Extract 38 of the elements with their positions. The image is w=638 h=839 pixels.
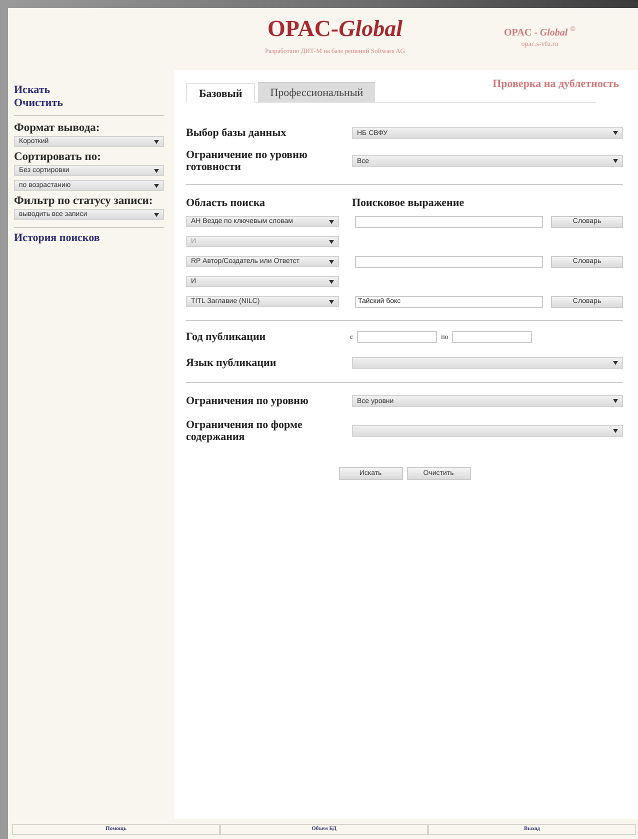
search-field[interactable] [355,256,543,268]
caret-icon [154,140,159,144]
sidebar-link[interactable]: История поисков [14,232,164,245]
dropdown[interactable] [352,357,623,369]
caret-icon [613,131,618,135]
site-title: OPAC-Global [266,16,404,42]
field-label: Ограничения по уровню [186,395,310,407]
sidebar-label: Формат вывода: [14,122,101,134]
sidebar-link[interactable]: Очистить [14,97,164,110]
caret-icon [613,399,618,403]
caret-icon [329,300,334,304]
caret-icon [613,429,618,433]
caret-icon [154,212,159,216]
field-label: Год публикации [186,331,267,343]
year-from-field[interactable] [357,331,438,343]
caret-icon [329,240,334,244]
field-label: Ограничение по уровню готовности [186,149,308,173]
caret-icon [154,184,159,188]
search-field[interactable] [355,216,543,228]
field-label: Ограничения по форме содержания [186,419,304,443]
caret-icon [613,361,618,365]
caret-icon [329,280,334,284]
brand-text: OPAC - Global $^{©}$ [504,25,576,38]
caret-icon [329,260,334,264]
sidebar-label: Сортировать по: [14,151,102,163]
tab[interactable]: Базовый [186,83,256,103]
column-heading: Поисковое выражение [352,197,466,209]
caret-icon [613,159,618,163]
field-label: Язык публикации [186,357,278,369]
field-label: Выбор базы данных [186,127,288,139]
caret-icon [154,168,159,172]
year-to-field[interactable] [452,331,532,343]
column-heading: Область поиска [186,197,266,209]
dropdown[interactable] [352,425,623,437]
caret-icon [329,220,334,224]
sidebar-link[interactable]: Искать [14,84,164,97]
sidebar-label: Фильтр по статусу записи: [14,195,154,207]
tab[interactable]: Профессиональный [258,82,376,102]
